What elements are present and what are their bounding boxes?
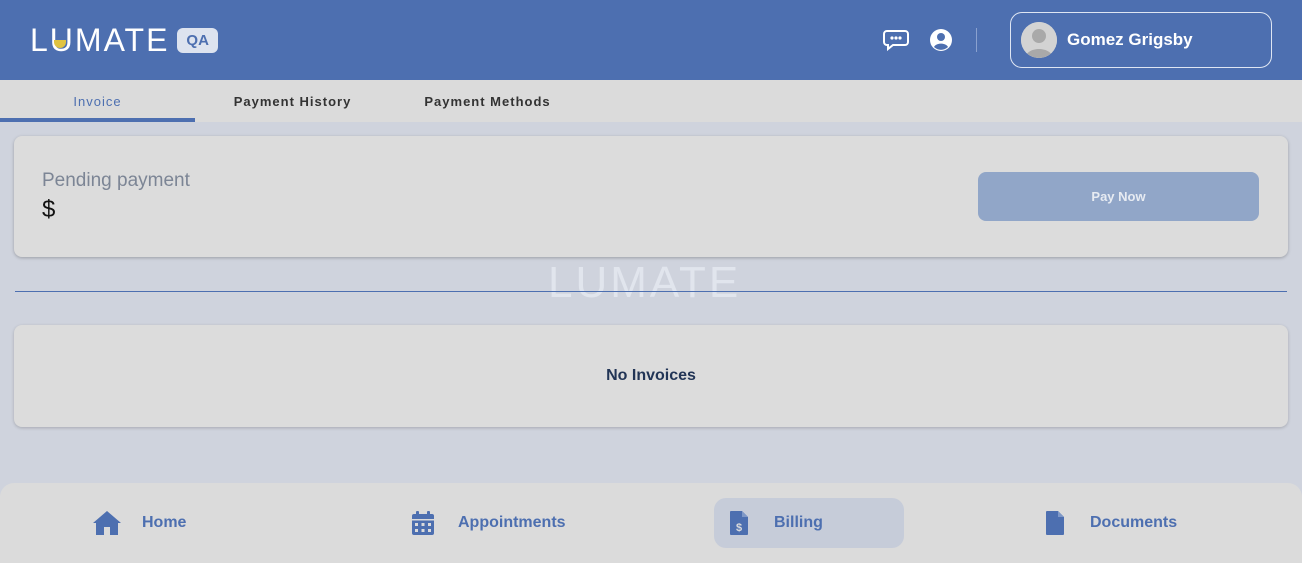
- avatar: [1021, 22, 1057, 58]
- invoices-list: No Invoices: [14, 325, 1288, 427]
- header-divider: [976, 28, 977, 52]
- pending-payment-label: Pending payment: [42, 170, 190, 191]
- chat-icon[interactable]: [883, 27, 909, 53]
- section-divider: [15, 291, 1287, 292]
- svg-text:$: $: [736, 522, 742, 534]
- calendar-icon: [408, 508, 438, 538]
- billing-tabs: Invoice Payment History Payment Methods: [0, 80, 1302, 122]
- nav-home[interactable]: Home: [92, 498, 282, 548]
- nav-label: Home: [142, 514, 187, 531]
- pay-now-button[interactable]: Pay Now: [978, 172, 1259, 221]
- tab-label: Invoice: [73, 93, 122, 109]
- home-icon: [92, 508, 122, 538]
- tab-invoice[interactable]: Invoice: [0, 80, 195, 122]
- env-badge: QA: [177, 27, 218, 53]
- billing-icon: $: [724, 508, 754, 538]
- nav-appointments[interactable]: Appointments: [408, 498, 598, 548]
- nav-label: Appointments: [458, 514, 566, 531]
- active-tab-indicator: [0, 118, 195, 122]
- nav-billing[interactable]: $ Billing: [714, 498, 904, 548]
- nav-documents[interactable]: Documents: [1040, 498, 1230, 548]
- user-circle-icon[interactable]: [928, 27, 954, 53]
- pending-payment-amount: $: [42, 196, 56, 223]
- watermark-logo: LUMATE: [548, 258, 742, 307]
- tab-payment-methods[interactable]: Payment Methods: [390, 80, 585, 122]
- tab-payment-history[interactable]: Payment History: [195, 80, 390, 122]
- logo-text: LUMATE: [30, 22, 170, 58]
- document-icon: [1040, 508, 1070, 538]
- nav-label: Documents: [1090, 514, 1178, 531]
- bottom-navigation: Home Appointments $ Billing Documents: [0, 483, 1302, 563]
- empty-state-text: No Invoices: [606, 367, 696, 384]
- user-name: Gomez Grigsby: [1067, 30, 1193, 49]
- app-header: LUMATE QA Gomez Grigsby: [0, 0, 1302, 80]
- user-menu[interactable]: Gomez Grigsby: [1010, 12, 1272, 68]
- logo[interactable]: LUMATE QA: [30, 22, 218, 58]
- tab-label: Payment History: [233, 93, 352, 109]
- tab-label: Payment Methods: [424, 93, 551, 109]
- pending-payment-card: Pending payment $ Pay Now: [14, 136, 1288, 257]
- nav-label: Billing: [774, 514, 823, 531]
